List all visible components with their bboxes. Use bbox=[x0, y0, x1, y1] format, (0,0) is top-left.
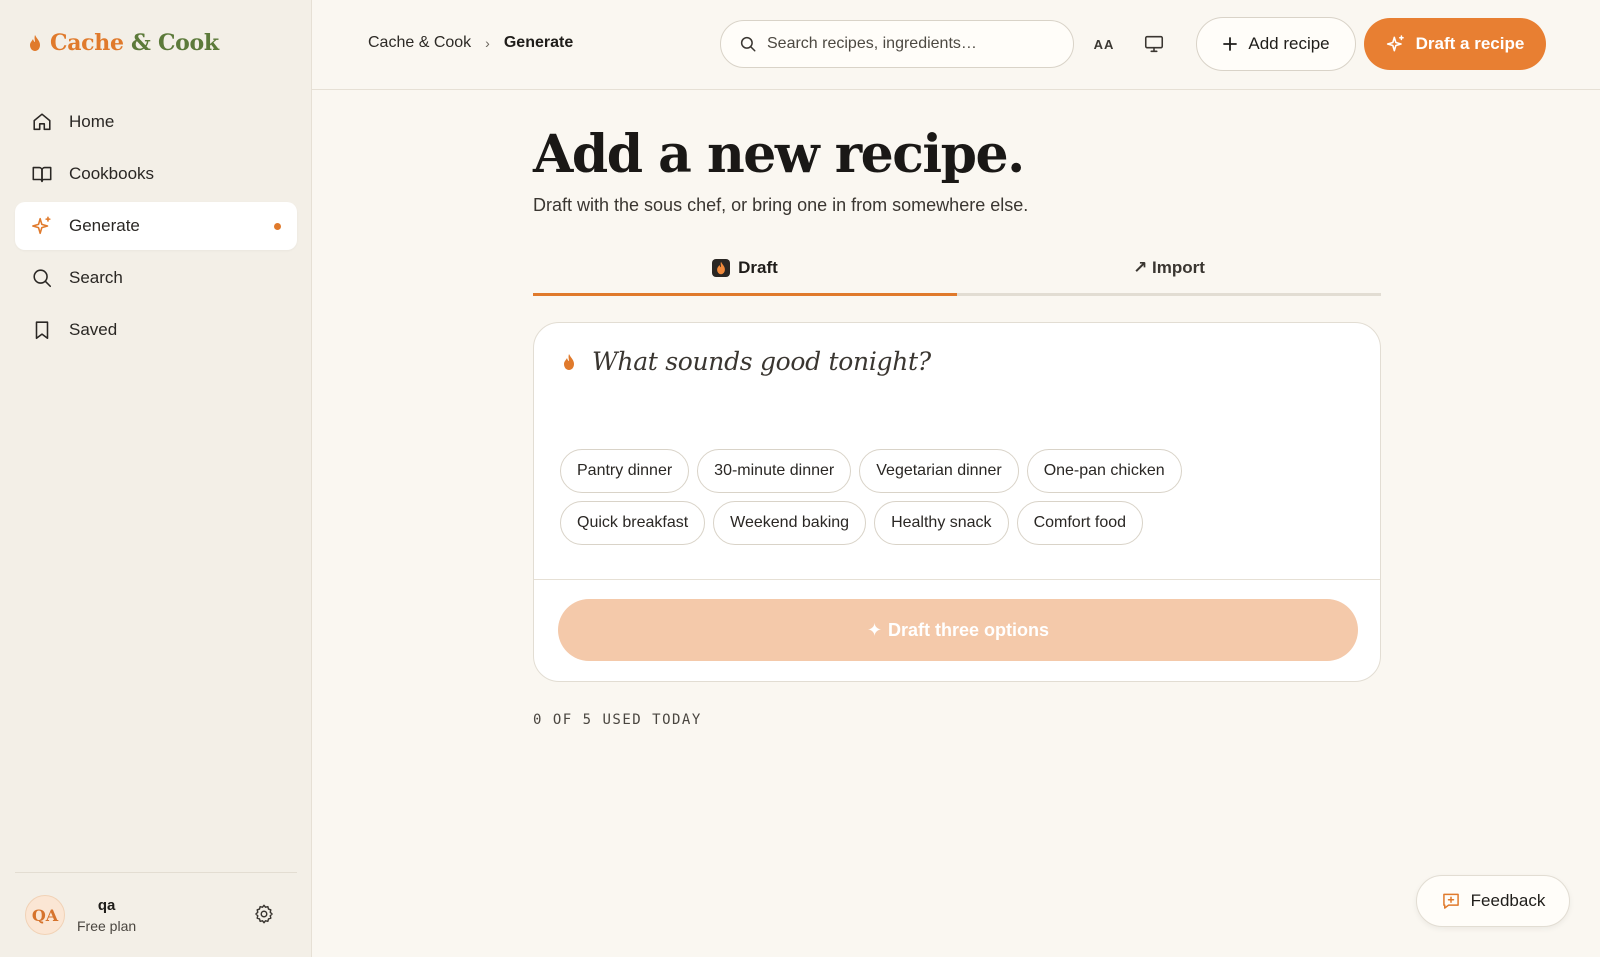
draft-recipe-button[interactable]: Draft a recipe bbox=[1364, 18, 1546, 70]
user-panel: QA qa Free plan bbox=[15, 872, 297, 957]
page-subtitle: Draft with the sous chef, or bring one i… bbox=[533, 195, 1029, 215]
monitor-icon bbox=[1144, 35, 1164, 53]
chip-healthy-snack[interactable]: Healthy snack bbox=[874, 501, 1009, 545]
draft-three-options-button[interactable]: ✦ Draft three options bbox=[558, 599, 1358, 661]
breadcrumb-current: Generate bbox=[503, 34, 574, 51]
user-name: qa bbox=[97, 896, 116, 914]
chip-quick-breakfast[interactable]: Quick breakfast bbox=[560, 501, 706, 545]
plus-icon bbox=[1223, 37, 1238, 51]
sidebar-item-label: Search bbox=[69, 268, 123, 287]
book-icon bbox=[32, 166, 52, 183]
text-size-icon: AA bbox=[1093, 36, 1115, 52]
tab-import[interactable]: ↗ Import bbox=[957, 256, 1381, 296]
usage-counter: 0 OF 5 USED TODAY bbox=[533, 712, 702, 728]
flame-icon bbox=[564, 353, 574, 370]
sidebar-item-generate[interactable]: Generate bbox=[15, 202, 297, 250]
flame-icon bbox=[712, 258, 731, 277]
search-icon bbox=[33, 269, 52, 288]
sidebar-nav: Home Cookbooks Generate Search Saved bbox=[15, 98, 297, 358]
chip-row-2: Quick breakfast Weekend baking Healthy s… bbox=[560, 501, 1360, 545]
sidebar-item-label: Saved bbox=[69, 320, 118, 339]
add-recipe-button[interactable]: Add recipe bbox=[1196, 17, 1356, 71]
chip-weekend-baking[interactable]: Weekend baking bbox=[713, 501, 867, 545]
brand-name-ampersand: & bbox=[123, 30, 158, 56]
draft-recipe-label: Draft a recipe bbox=[1415, 34, 1525, 53]
breadcrumb: Cache & Cook › Generate bbox=[368, 34, 573, 52]
brand-name-part1: Cache bbox=[50, 30, 124, 56]
text-size-button[interactable]: AA bbox=[1092, 32, 1116, 56]
search-icon bbox=[740, 36, 756, 52]
draft-card: What sounds good tonight? Pantry dinner … bbox=[533, 322, 1381, 682]
brand-logo[interactable]: Cache & Cook bbox=[28, 30, 219, 56]
brand-name-part2: Cook bbox=[157, 30, 219, 56]
home-icon bbox=[33, 113, 51, 131]
sidebar-item-saved[interactable]: Saved bbox=[15, 306, 297, 354]
sidebar-item-label: Home bbox=[69, 112, 115, 131]
sparkle-icon bbox=[32, 216, 51, 235]
suggestion-chips: Pantry dinner 30-minute dinner Vegetaria… bbox=[560, 449, 1360, 553]
display-mode-button[interactable] bbox=[1142, 32, 1166, 56]
chip-one-pan-chicken[interactable]: One-pan chicken bbox=[1026, 449, 1182, 493]
breadcrumb-home-link[interactable]: Cache & Cook bbox=[368, 34, 471, 52]
sidebar-item-label: Cookbooks bbox=[69, 164, 155, 183]
page-title: Add a new recipe. bbox=[533, 124, 1025, 185]
tab-label: ↗ Import bbox=[1133, 257, 1205, 277]
feedback-icon bbox=[1442, 893, 1459, 909]
add-recipe-label: Add recipe bbox=[1248, 34, 1330, 53]
search-input[interactable] bbox=[767, 35, 1057, 53]
tab-label: Draft bbox=[738, 257, 778, 277]
chevron-right-icon: › bbox=[485, 35, 490, 51]
chip-comfort-food[interactable]: Comfort food bbox=[1016, 501, 1144, 545]
main-content: Add a new recipe. Draft with the sous ch… bbox=[533, 90, 1381, 728]
sidebar-item-cookbooks[interactable]: Cookbooks bbox=[15, 150, 297, 198]
prompt-placeholder: What sounds good tonight? bbox=[592, 347, 931, 376]
global-search[interactable] bbox=[720, 20, 1074, 68]
sidebar-item-home[interactable]: Home bbox=[15, 98, 297, 146]
bookmark-icon bbox=[35, 321, 49, 340]
feedback-button[interactable]: Feedback bbox=[1416, 875, 1570, 927]
active-indicator-dot bbox=[274, 223, 281, 230]
recipe-source-tabs: Draft ↗ Import bbox=[533, 256, 1381, 296]
flame-icon bbox=[30, 35, 40, 51]
chip-vegetarian-dinner[interactable]: Vegetarian dinner bbox=[859, 449, 1019, 493]
top-bar: Cache & Cook › Generate AA Add recipe Dr… bbox=[312, 0, 1600, 90]
sparkle-icon: ✦ bbox=[866, 619, 883, 640]
prompt-area[interactable]: What sounds good tonight? bbox=[562, 347, 931, 376]
sidebar-item-label: Generate bbox=[69, 216, 140, 235]
avatar[interactable]: QA bbox=[25, 895, 65, 935]
chip-30-minute-dinner[interactable]: 30-minute dinner bbox=[697, 449, 852, 493]
user-meta: qa Free plan bbox=[77, 897, 136, 934]
draft-three-options-label: Draft three options bbox=[888, 619, 1050, 640]
chip-pantry-dinner[interactable]: Pantry dinner bbox=[560, 449, 690, 493]
card-divider bbox=[534, 579, 1380, 580]
user-plan: Free plan bbox=[77, 917, 137, 934]
chip-row-1: Pantry dinner 30-minute dinner Vegetaria… bbox=[560, 449, 1360, 493]
tab-draft[interactable]: Draft bbox=[533, 256, 957, 296]
sidebar: Cache & Cook Home Cookbooks Generate Sea… bbox=[0, 0, 312, 957]
sidebar-item-search[interactable]: Search bbox=[15, 254, 297, 302]
sparkle-icon bbox=[1386, 35, 1404, 52]
gear-icon[interactable] bbox=[253, 903, 275, 925]
feedback-label: Feedback bbox=[1470, 891, 1546, 910]
